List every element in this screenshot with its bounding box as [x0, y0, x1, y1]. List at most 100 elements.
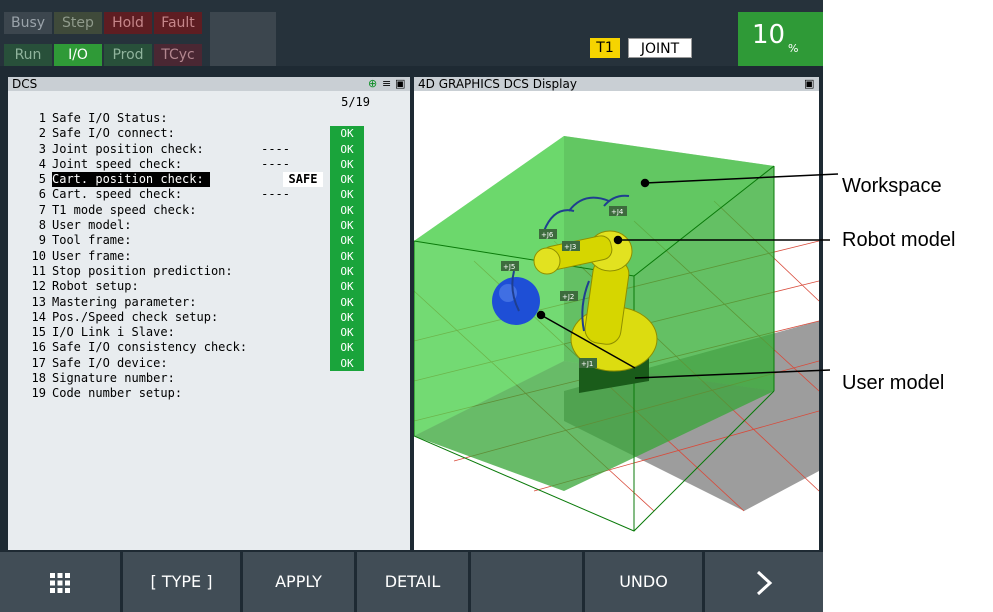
dcs-row-number: 6: [38, 187, 46, 202]
dcs-row-number: 2: [38, 126, 46, 141]
dcs-row-label: Safe I/O consistency check:: [52, 340, 248, 355]
dcs-row-value: ----: [261, 187, 290, 202]
override-unit: %: [788, 42, 799, 55]
function-key-bar: [ TYPE ] APPLY DETAIL UNDO: [0, 552, 823, 612]
dcs-row-label: Tool frame:: [52, 233, 132, 248]
override-display[interactable]: 10 %: [738, 12, 823, 66]
lamp-io: I/O: [54, 44, 102, 66]
graphics-pane-header: 4D GRAPHICS DCS Display ▣: [414, 77, 819, 91]
dcs-row-label: I/O Link i Slave:: [52, 325, 175, 340]
dcs-row[interactable]: 8 User model: OK: [16, 218, 406, 234]
dcs-row-label: Safe I/O device:: [52, 355, 168, 370]
dcs-list: 1 Safe I/O Status: 2 Safe I/O connect: OK 3 Jo…: [16, 111, 406, 402]
maximize-icon[interactable]: ▣: [395, 78, 405, 90]
dcs-row-status: OK: [330, 248, 364, 264]
dcs-row[interactable]: 4 Joint speed check: ---- OK: [16, 156, 406, 173]
lamp-hold: Hold: [104, 12, 152, 34]
dcs-row-label: Pos./Speed check setup:: [52, 309, 219, 324]
dcs-row[interactable]: 14 Pos./Speed check setup: OK: [16, 309, 406, 326]
dcs-row[interactable]: 2 Safe I/O connect: OK: [16, 126, 406, 142]
dcs-row-value: SAFE: [283, 172, 323, 188]
dcs-row-label: User model:: [52, 218, 132, 233]
coord-system-indicator[interactable]: JOINT: [628, 38, 692, 58]
dcs-row-label: Stop position prediction:: [52, 263, 233, 278]
grid-menu-icon: [50, 572, 70, 593]
callout-user-model: User model: [842, 372, 945, 394]
dcs-row[interactable]: 13 Mastering parameter: OK: [16, 294, 406, 310]
pendant-screen: Busy Step Hold Fault Run I/O Prod TCyc T…: [0, 0, 823, 612]
dcs-row[interactable]: 11 Stop position prediction: OK: [16, 263, 406, 280]
joint-label-j5: +J5: [503, 263, 515, 271]
maximize-icon[interactable]: ▣: [804, 78, 814, 90]
apply-button[interactable]: APPLY: [243, 552, 357, 612]
type-button[interactable]: [ TYPE ]: [123, 552, 243, 612]
dcs-row-status: OK: [330, 202, 364, 219]
dcs-row-number: 9: [38, 233, 46, 248]
dcs-row[interactable]: 1 Safe I/O Status:: [16, 111, 406, 126]
dcs-row-status: OK: [330, 279, 364, 295]
dcs-row-number: 4: [38, 156, 46, 171]
dcs-row[interactable]: 10 User frame: OK: [16, 248, 406, 264]
callout-workspace: Workspace: [842, 175, 942, 197]
dcs-row-label: Safe I/O Status:: [52, 111, 168, 125]
dcs-pane: DCS ⊕ ≡ ▣ 5/19 1 Safe I/O Status: 2 Safe I/…: [8, 77, 410, 550]
dcs-row[interactable]: 12 Robot setup: OK: [16, 279, 406, 295]
dcs-pane-header: DCS ⊕ ≡ ▣: [8, 77, 410, 91]
dcs-row[interactable]: 16 Safe I/O consistency check: OK: [16, 340, 406, 356]
next-page-button[interactable]: [705, 552, 823, 612]
dcs-3d-scene: +J1 +J2 +J3 +J4 +J5 +J6: [414, 136, 819, 532]
dcs-row[interactable]: 17 Safe I/O device: OK: [16, 355, 406, 372]
dcs-row-number: 17: [31, 355, 46, 370]
lamp-busy: Busy: [4, 12, 52, 34]
lamp-blank: [210, 12, 276, 66]
dcs-title: DCS: [12, 77, 38, 91]
graphics-pane[interactable]: 4D GRAPHICS DCS Display ▣ +J1 +J2 +J3 +J…: [414, 77, 819, 550]
dcs-row-label: User frame:: [52, 248, 132, 263]
dcs-row[interactable]: 5 Cart. position check: SAFE OK: [16, 172, 406, 188]
dcs-row[interactable]: 9 Tool frame: OK: [16, 233, 406, 249]
user-model-sphere: [492, 277, 540, 325]
dcs-row-number: 11: [31, 263, 46, 278]
dcs-row-number: 19: [31, 386, 46, 401]
dcs-row-label: Mastering parameter:: [52, 294, 197, 309]
dcs-row-number: 1: [38, 111, 46, 125]
dcs-row-number: 8: [38, 218, 46, 233]
detail-button[interactable]: DETAIL: [357, 552, 471, 612]
dcs-row-label: Safe I/O connect:: [52, 126, 175, 141]
zoom-icon[interactable]: ⊕: [368, 78, 377, 90]
undo-button[interactable]: UNDO: [585, 552, 705, 612]
override-value: 10: [752, 20, 786, 50]
dcs-row[interactable]: 19 Code number setup:: [16, 386, 406, 401]
joint-label-j6: +J6: [541, 231, 554, 239]
dcs-row-value: ----: [261, 141, 290, 156]
blank-fkey[interactable]: [471, 552, 585, 612]
dcs-row-status: OK: [330, 218, 364, 234]
dcs-row[interactable]: 3 Joint position check: ---- OK: [16, 141, 406, 157]
dcs-row-label: Signature number:: [52, 371, 175, 386]
dcs-row-number: 3: [38, 141, 46, 156]
dcs-row[interactable]: 18 Signature number:: [16, 371, 406, 386]
t1-mode-indicator: T1: [590, 38, 620, 58]
dcs-row-label: T1 mode speed check:: [52, 202, 197, 217]
graphics-title: 4D GRAPHICS DCS Display: [418, 77, 577, 91]
dcs-row-value: ----: [261, 156, 290, 171]
dcs-row-number: 7: [38, 202, 46, 217]
dcs-row-label: Cart. speed check:: [52, 187, 183, 202]
dcs-row-status: OK: [330, 355, 364, 372]
dcs-row-number: 16: [31, 340, 46, 355]
dcs-row[interactable]: 6 Cart. speed check: ---- OK: [16, 187, 406, 203]
dcs-row-label: Cart. position check:: [52, 172, 210, 188]
dcs-row[interactable]: 15 I/O Link i Slave: OK: [16, 325, 406, 341]
dcs-row-status: OK: [330, 263, 364, 280]
dcs-row-status: OK: [330, 172, 364, 188]
lamp-fault: Fault: [154, 12, 202, 34]
dcs-row-number: 14: [31, 309, 46, 324]
dcs-row-number: 5: [38, 172, 46, 187]
lamp-tcyc: TCyc: [154, 44, 202, 66]
dcs-row-label: Robot setup:: [52, 279, 139, 294]
dcs-row[interactable]: 7 T1 mode speed check: OK: [16, 202, 406, 219]
menu-lines-icon[interactable]: ≡: [382, 78, 391, 90]
menu-button[interactable]: [0, 552, 123, 612]
dcs-row-label: Code number setup:: [52, 386, 183, 401]
joint-label-j4: +J4: [611, 208, 624, 216]
